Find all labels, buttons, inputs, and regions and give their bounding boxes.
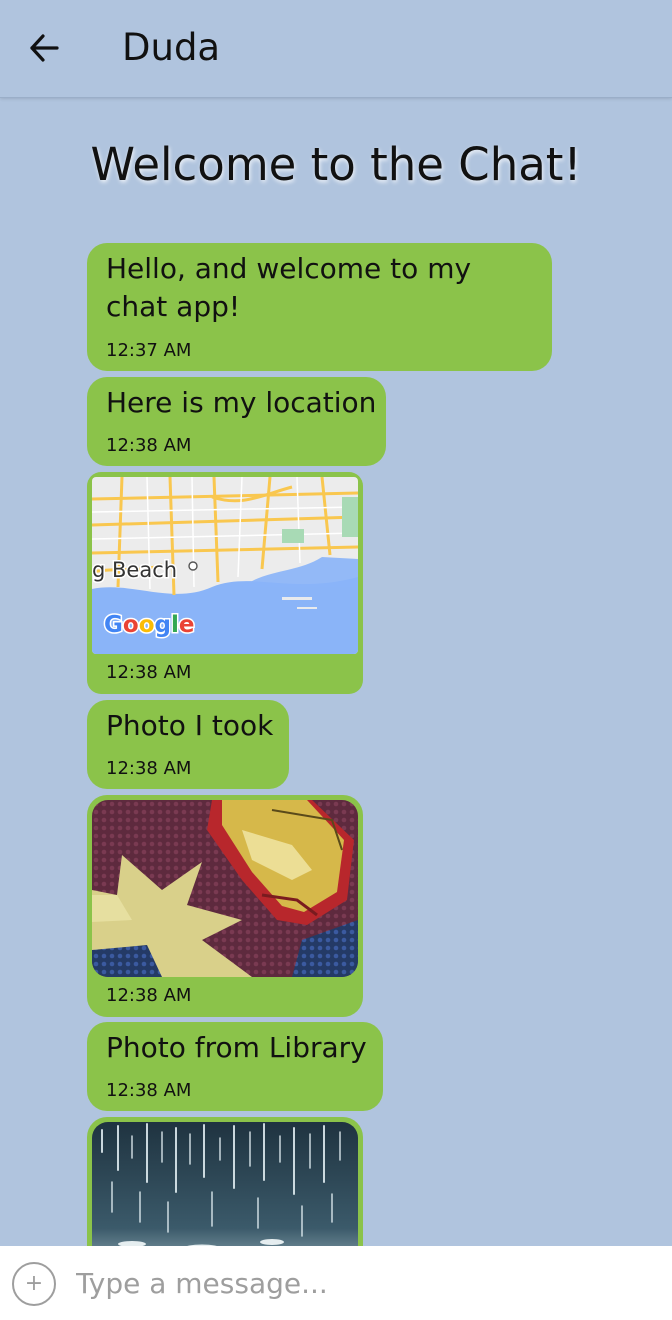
message-text: Photo from Library — [106, 1031, 367, 1064]
message-text: Here is my location — [106, 386, 377, 419]
chat-screen: Duda Welcome to the Chat! Hello, and wel… — [0, 0, 672, 1320]
welcome-heading: Welcome to the Chat! — [90, 138, 582, 191]
location-bubble[interactable]: g Beach Google 12:38 AM — [87, 472, 363, 694]
message-list[interactable]: Welcome to the Chat! Hello, and welcome … — [0, 99, 672, 1246]
back-button[interactable] — [22, 28, 66, 68]
map-preview[interactable]: g Beach Google — [92, 477, 358, 654]
photo-image[interactable] — [92, 1122, 358, 1246]
svg-text:Google: Google — [104, 612, 194, 638]
message-time: 12:38 AM — [106, 1080, 192, 1101]
message-time: 12:38 AM — [106, 758, 192, 779]
attach-button[interactable]: + — [12, 1262, 56, 1306]
message-text: Photo I took — [106, 709, 274, 742]
message-bubble[interactable]: Photo from Library 12:38 AM — [87, 1022, 383, 1111]
contact-name: Duda — [122, 26, 221, 69]
map-place-label: g Beach — [92, 558, 177, 582]
photo-bubble[interactable] — [87, 1117, 363, 1246]
photo-image[interactable] — [92, 800, 358, 977]
message-text: Hello, and welcome to my chat app! — [106, 252, 472, 323]
message-input[interactable] — [76, 1258, 656, 1308]
message-bubble[interactable]: Hello, and welcome to my chat app! 12:37… — [87, 243, 552, 371]
app-bar: Duda — [0, 0, 672, 98]
message-time: 12:38 AM — [106, 435, 192, 456]
message-time: 12:38 AM — [106, 662, 192, 683]
message-time: 12:37 AM — [106, 340, 192, 361]
message-time: 12:38 AM — [106, 985, 192, 1006]
message-bubble[interactable]: Photo I took 12:38 AM — [87, 700, 289, 789]
message-composer: + — [0, 1246, 672, 1320]
arrow-left-icon — [30, 34, 59, 62]
message-bubble[interactable]: Here is my location 12:38 AM — [87, 377, 386, 466]
plus-circle-icon: + — [24, 1271, 44, 1296]
google-logo: Google — [103, 611, 196, 640]
photo-bubble[interactable]: 12:38 AM — [87, 795, 363, 1017]
